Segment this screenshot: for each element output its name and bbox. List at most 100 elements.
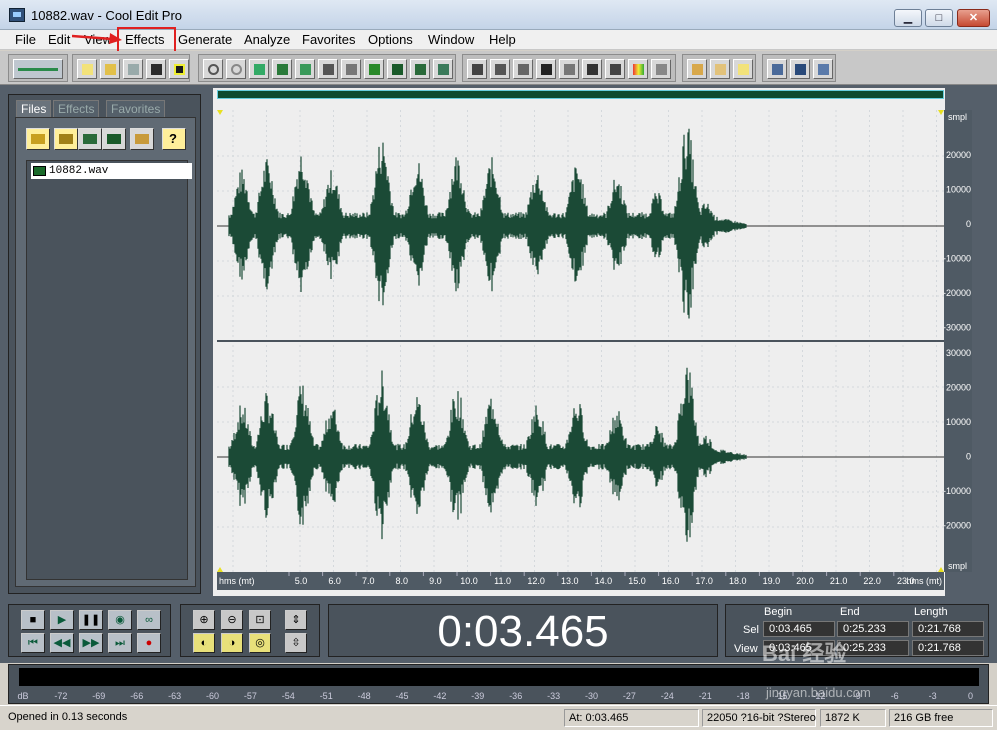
zoom-out-vertical-button[interactable]: ⇳ <box>285 633 307 653</box>
sel-length-field[interactable]: 0:21.768 <box>912 621 984 637</box>
undo-button[interactable] <box>203 59 223 79</box>
organizer-close-button[interactable] <box>54 128 78 150</box>
zoom-selection-button[interactable]: ◎ <box>249 633 271 653</box>
stretch-button[interactable] <box>813 59 833 79</box>
menu-window[interactable]: Window <box>428 32 474 47</box>
paste-new-button[interactable] <box>364 59 384 79</box>
ruler-tick-label: 17.0 <box>695 576 713 586</box>
multitrack-toggle-button[interactable] <box>13 59 63 79</box>
waveform-toggle-icon <box>18 68 58 71</box>
new-file-button[interactable] <box>77 59 97 79</box>
fast-forward-icon: ▶▶ <box>82 637 100 649</box>
ruler-button[interactable] <box>605 59 625 79</box>
record-icon: ● <box>145 637 153 649</box>
effects-settings-button[interactable] <box>687 59 707 79</box>
spectral-view-button[interactable] <box>490 59 510 79</box>
status-format: 22050 ?16-bit ?Stereo <box>702 709 816 727</box>
delete-silence-button[interactable] <box>433 59 453 79</box>
trim-button[interactable] <box>410 59 430 79</box>
zoom-in-vertical-icon: ⇕ <box>291 614 301 626</box>
repeat-button[interactable] <box>249 59 269 79</box>
scissors-icon <box>323 64 334 75</box>
play-to-end-button[interactable]: ◉ <box>108 610 132 630</box>
menu-favorites[interactable]: Favorites <box>302 32 355 47</box>
paste-new-icon <box>369 64 380 75</box>
tab-files[interactable]: Files <box>16 100 52 117</box>
sel-end-field[interactable]: 0:25.233 <box>837 621 909 637</box>
redo-button[interactable] <box>226 59 246 79</box>
envelope-button[interactable] <box>767 59 787 79</box>
menu-analyze[interactable]: Analyze <box>244 32 290 47</box>
pause-button[interactable]: ❚❚ <box>79 610 103 630</box>
ruler-tick-label: 7.0 <box>362 576 375 586</box>
copy-new-button[interactable] <box>295 59 315 79</box>
fast-forward-button[interactable]: ▶▶ <box>79 633 103 653</box>
paste-button[interactable] <box>341 59 361 79</box>
level-scale-label: -72 <box>54 691 67 701</box>
info-button[interactable] <box>513 59 533 79</box>
cut-button[interactable] <box>318 59 338 79</box>
stop-button[interactable]: ■ <box>21 610 45 630</box>
ruler-tick-label: 14.0 <box>595 576 613 586</box>
sel-begin-field[interactable]: 0:03.465 <box>763 621 835 637</box>
waveform-display[interactable] <box>217 110 944 572</box>
zoom-in-vertical-button[interactable]: ⇕ <box>285 610 307 630</box>
time-ruler[interactable]: hms (mt) hms (mt) 5.0 6.0 7.0 8.0 9.0 10.0 11.0 1… <box>217 572 944 590</box>
minimize-button[interactable]: ▁ <box>894 9 922 27</box>
organizer-settings-button[interactable] <box>130 128 154 150</box>
go-to-start-button[interactable]: ⏮ <box>21 633 45 653</box>
menu-generate[interactable]: Generate <box>178 32 232 47</box>
record-button[interactable]: ● <box>137 633 161 653</box>
magnifier-icon <box>564 64 575 75</box>
play-looped-button[interactable] <box>536 59 556 79</box>
list-icon <box>656 64 667 75</box>
zoom-in-button[interactable]: ⊕ <box>193 610 215 630</box>
help-button[interactable] <box>733 59 753 79</box>
organizer-edit-button[interactable] <box>102 128 126 150</box>
go-to-end-button[interactable]: ⏭ <box>108 633 132 653</box>
rewind-button[interactable]: ◀◀ <box>50 633 74 653</box>
zoom-out-button[interactable]: ⊖ <box>221 610 243 630</box>
color-view-button[interactable] <box>628 59 648 79</box>
waveform-view-button[interactable] <box>467 59 487 79</box>
zoom-left-button[interactable]: ◐ <box>193 633 215 653</box>
timecode-button[interactable] <box>582 59 602 79</box>
menu-edit[interactable]: Edit <box>48 32 70 47</box>
view-end-field[interactable]: 0:25.233 <box>837 640 909 656</box>
zoom-full-button[interactable]: ⊡ <box>249 610 271 630</box>
zoom-tool-button[interactable] <box>559 59 579 79</box>
menu-help[interactable]: Help <box>489 32 516 47</box>
file-list-item[interactable]: 10882.wav <box>31 163 192 179</box>
maximize-button[interactable]: □ <box>925 9 953 27</box>
save-as-button[interactable] <box>146 59 166 79</box>
toolbar-group-view <box>462 54 676 82</box>
overview-bar[interactable] <box>217 90 944 99</box>
menu-file[interactable]: File <box>15 32 36 47</box>
view-length-field[interactable]: 0:21.768 <box>912 640 984 656</box>
tab-effects[interactable]: Effects <box>53 100 100 117</box>
open-file-button[interactable] <box>100 59 120 79</box>
save-icon <box>128 64 139 75</box>
tab-favorites[interactable]: Favorites <box>106 100 166 117</box>
save-button[interactable] <box>123 59 143 79</box>
menu-options[interactable]: Options <box>368 32 413 47</box>
zoom-left-icon: ◐ <box>200 637 208 649</box>
scripts-button[interactable] <box>710 59 730 79</box>
organizer-insert-button[interactable] <box>78 128 102 150</box>
zoom-right-button[interactable]: ◑ <box>221 633 243 653</box>
play-button[interactable]: ▶ <box>50 610 74 630</box>
organizer-open-button[interactable] <box>26 128 50 150</box>
level-scale-label: -54 <box>282 691 295 701</box>
ruler-tick-label: 18.0 <box>729 576 747 586</box>
pitch-button[interactable] <box>790 59 810 79</box>
ruler-tick-label: 6.0 <box>328 576 341 586</box>
level-scale-label: -24 <box>661 691 674 701</box>
list-view-button[interactable] <box>651 59 671 79</box>
organizer-help-button[interactable]: ? <box>162 128 186 150</box>
save-all-button[interactable] <box>169 59 189 79</box>
close-button[interactable]: ✕ <box>957 9 990 27</box>
loop-button[interactable]: ∞ <box>137 610 161 630</box>
mix-paste-button[interactable] <box>387 59 407 79</box>
copy-button[interactable] <box>272 59 292 79</box>
organizer-body: ? 10882.wav <box>15 117 196 587</box>
